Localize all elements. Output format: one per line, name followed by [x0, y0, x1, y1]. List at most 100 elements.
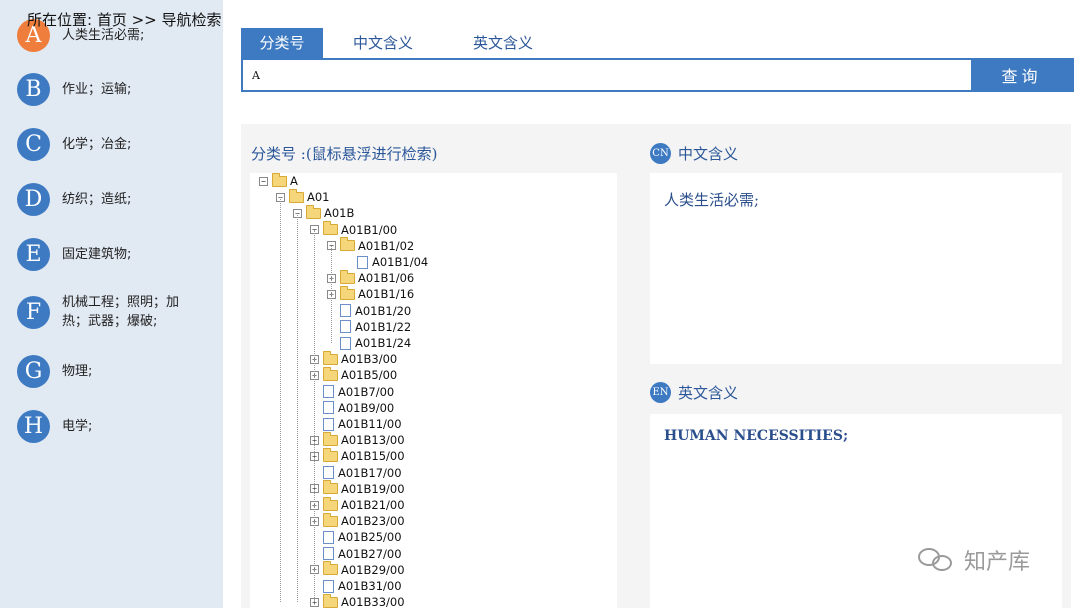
tree-node-label: A01B1/16: [358, 287, 415, 302]
tree-node[interactable]: − A: [259, 173, 298, 189]
document-icon: [357, 255, 368, 269]
tree-node[interactable]: A01B27/00: [310, 546, 402, 562]
category-label: 固定建筑物;: [62, 247, 132, 262]
tree-node[interactable]: A01B1/24: [327, 335, 411, 351]
tree-node-label: A01B19/00: [341, 481, 405, 496]
tree-node[interactable]: + A01B23/00: [310, 512, 405, 529]
search-button[interactable]: 查询: [971, 60, 1072, 90]
category-item-h[interactable]: H 电学;: [17, 410, 187, 443]
tree-node[interactable]: A01B31/00: [310, 578, 402, 594]
tree-node-label: A01B21/00: [341, 498, 405, 512]
tree-guide-line: [297, 213, 298, 603]
folder-icon: [340, 269, 355, 284]
category-badge: B: [17, 73, 50, 106]
tree-node-label: A01B27/00: [338, 546, 402, 561]
tree-node-label: A01: [307, 190, 330, 205]
en-badge-icon: EN: [650, 382, 671, 403]
tree-node[interactable]: A01B11/00: [310, 416, 402, 432]
tree-node-label: A01B9/00: [338, 400, 395, 415]
category-item-e[interactable]: E 固定建筑物;: [17, 238, 187, 271]
tree-title: 分类号 :(鼠标悬浮进行检索): [251, 145, 438, 163]
cn-panel-title: 中文含义: [678, 145, 739, 163]
document-icon: [323, 466, 334, 480]
tree-node[interactable]: + A01B19/00: [310, 480, 405, 497]
tree-node[interactable]: − A01B1/02: [327, 237, 414, 254]
tree-node[interactable]: A01B25/00: [310, 529, 402, 545]
tab-classification[interactable]: 分类号: [241, 28, 323, 58]
category-item-b[interactable]: B 作业；运输;: [17, 73, 187, 106]
search-tabs: 分类号 中文含义 英文含义: [241, 28, 563, 58]
tree-node-label: A01B1/22: [355, 319, 412, 334]
folder-icon: [323, 496, 338, 511]
en-panel-title: 英文含义: [678, 384, 739, 402]
category-item-c[interactable]: C 化学；冶金;: [17, 128, 187, 161]
category-badge: C: [17, 128, 50, 161]
category-label: 纺织；造纸;: [62, 192, 132, 207]
tree-node[interactable]: A01B1/20: [327, 303, 411, 319]
tree-node[interactable]: A01B7/00: [310, 384, 394, 400]
folder-icon: [340, 237, 355, 252]
tree-node[interactable]: + A01B33/00: [310, 593, 405, 608]
tree-node[interactable]: + A01B29/00: [310, 561, 405, 578]
folder-icon: [289, 188, 304, 203]
tree-node-label: A01B3/00: [341, 352, 398, 367]
folder-icon: [340, 285, 355, 300]
tree-node[interactable]: A01B17/00: [310, 465, 402, 481]
document-icon: [340, 336, 351, 350]
tree-node-label: A01B7/00: [338, 384, 395, 399]
category-label: 机械工程；照明；加热；武器；爆破;: [62, 295, 180, 329]
tree-node-label: A01B15/00: [341, 449, 405, 464]
search-bar: 查询: [241, 58, 1074, 92]
tree-node[interactable]: + A01B13/00: [310, 431, 405, 448]
category-badge: F: [17, 295, 50, 329]
tree-node[interactable]: A01B1/04: [344, 254, 428, 270]
category-label: 电学;: [62, 419, 93, 434]
classification-tree: − A − A01− A01B − A01B1/00− A01B1/02 A01B1/04 + A0…: [250, 173, 617, 608]
category-label: 物理;: [62, 364, 93, 379]
category-item-g[interactable]: G 物理;: [17, 355, 187, 388]
category-item-f[interactable]: F 机械工程；照明；加热；武器；爆破;: [17, 293, 187, 331]
document-icon: [323, 417, 334, 431]
tree-node[interactable]: + A01B21/00: [310, 496, 405, 513]
folder-icon: [323, 447, 338, 462]
en-meaning: HUMAN NECESSITIES;: [664, 428, 849, 444]
tree-node[interactable]: + A01B1/16: [327, 285, 415, 302]
search-input[interactable]: [243, 60, 971, 90]
tree-node[interactable]: − A01B1/00: [310, 221, 398, 238]
watermark-text: 知产库: [964, 550, 1031, 575]
tree-container: − A − A01− A01B − A01B1/00− A01B1/02 A01B1/04 + A0…: [250, 173, 617, 608]
tab-english-meaning[interactable]: 英文含义: [443, 28, 563, 58]
tree-node-label: A01B5/00: [341, 368, 398, 383]
tree-node[interactable]: + A01B3/00: [310, 350, 398, 367]
category-item-d[interactable]: D 纺织；造纸;: [17, 183, 187, 216]
tree-node[interactable]: A01B1/22: [327, 319, 411, 335]
folder-icon: [323, 480, 338, 495]
tree-node-label: A01B33/00: [341, 595, 405, 608]
document-icon: [340, 304, 351, 318]
folder-icon: [323, 512, 338, 527]
folder-icon: [323, 366, 338, 381]
folder-icon: [323, 431, 338, 446]
tree-node[interactable]: − A01B: [293, 204, 354, 221]
wechat-icon: [918, 546, 958, 574]
tree-node-label: A01B1/06: [358, 271, 415, 286]
collapse-toggle-icon[interactable]: −: [259, 176, 268, 186]
tree-guide-line: [280, 197, 281, 603]
category-label: 化学；冶金;: [62, 137, 132, 152]
tree-node[interactable]: A01B9/00: [310, 400, 394, 416]
tree-node-label: A01B13/00: [341, 433, 405, 448]
tree-node-label: A01B1/24: [355, 336, 412, 350]
tree-node-label: A01B23/00: [341, 514, 405, 529]
tree-node-label: A01B31/00: [338, 579, 402, 593]
tree-guide-line: [331, 245, 332, 343]
watermark: 知产库: [918, 544, 1030, 576]
document-icon: [323, 579, 334, 593]
tree-node[interactable]: + A01B5/00: [310, 366, 398, 383]
tree-node[interactable]: + A01B15/00: [310, 447, 405, 464]
tree-node-label: A01B11/00: [338, 417, 402, 431]
tree-node-label: A01B1/00: [341, 222, 398, 237]
tab-chinese-meaning[interactable]: 中文含义: [323, 28, 443, 58]
tree-node[interactable]: − A01: [276, 188, 330, 205]
tree-node-label: A01B25/00: [338, 530, 402, 545]
tree-node[interactable]: + A01B1/06: [327, 269, 415, 286]
